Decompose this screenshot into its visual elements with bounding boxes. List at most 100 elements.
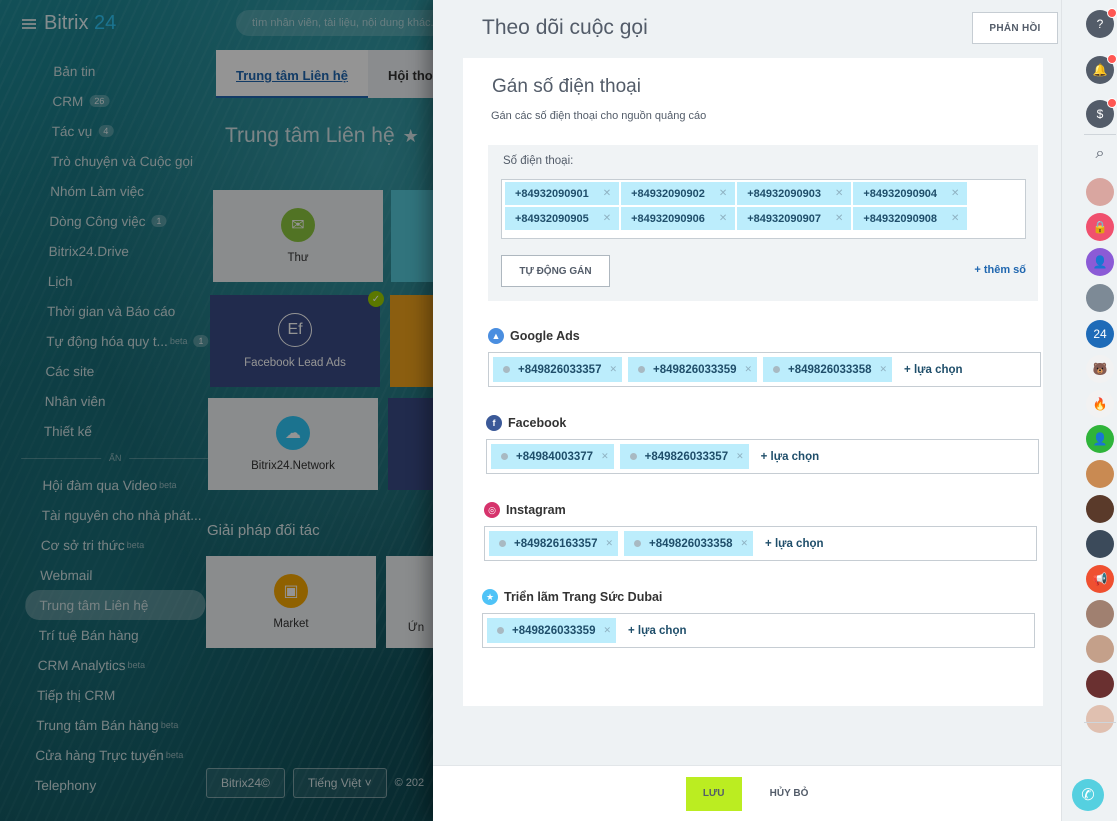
auto-assign-button[interactable]: TỰ ĐỘNG GÁN [501, 255, 610, 287]
search-icon[interactable]: ⌕ [1086, 140, 1114, 168]
crm-user-icon[interactable]: 👤 [1086, 425, 1114, 453]
remove-icon[interactable]: ✕ [601, 451, 609, 462]
brand-button[interactable]: Bitrix24© [206, 768, 285, 798]
bell-icon[interactable]: 🔔 [1086, 54, 1117, 84]
phone-numbers-field[interactable]: +84932090901 ✕ +84932090902 ✕ +84932090903 ✕ +… [501, 179, 1026, 239]
add-number-link[interactable]: + thêm số [974, 264, 1026, 276]
sidebar-item[interactable]: Nhân viên [30, 386, 211, 416]
cancel-button[interactable]: HỦY BỎ [770, 788, 809, 799]
bitrix24-icon[interactable]: 24 [1086, 320, 1114, 348]
sidebar-item[interactable]: Trí tuệ Bán hàng [24, 620, 205, 650]
source-number-tag[interactable]: +84984003377 ✕ [491, 444, 614, 469]
mascot-icon[interactable]: 🐻 [1086, 355, 1114, 383]
sidebar-item[interactable]: Cửa hàng Trực tuyến beta [21, 740, 202, 770]
remove-icon[interactable]: ✕ [740, 538, 748, 549]
remove-icon[interactable]: ✕ [603, 213, 611, 224]
sidebar-item[interactable]: Trò chuyện và Cuộc gọi [37, 146, 218, 176]
remove-icon[interactable]: ✕ [951, 188, 959, 199]
sidebar-item[interactable]: Telephony [20, 770, 201, 800]
sidebar-item[interactable]: CRM Analytics beta [23, 650, 204, 680]
source-numbers-field[interactable]: +849826033359 ✕ + lựa chọn [482, 613, 1035, 648]
sidebar-item[interactable]: Tiếp thị CRM [23, 680, 204, 710]
save-button[interactable]: LƯU [685, 776, 742, 811]
source-number-tag[interactable]: +849826033358 ✕ [624, 531, 754, 556]
remove-icon[interactable]: ✕ [719, 213, 727, 224]
remove-icon[interactable]: ✕ [835, 213, 843, 224]
hidden-separator[interactable]: ẨN [21, 446, 210, 470]
phone-tag[interactable]: +84932090902 ✕ [621, 182, 736, 205]
avatar-icon[interactable] [1086, 284, 1114, 312]
source-number-tag[interactable]: +849826033358 ✕ [763, 357, 893, 382]
tile-mail[interactable]: ✉ Thư [213, 190, 383, 282]
remove-icon[interactable]: ✕ [736, 451, 744, 462]
lock-icon[interactable]: 🔒 [1086, 213, 1114, 241]
logo[interactable]: Bitrix 24 [44, 12, 116, 35]
sidebar-item[interactable]: Cơ sở tri thức beta [27, 530, 208, 560]
source-numbers-field[interactable]: +849826033357 ✕ +849826033359 ✕ +84982603335… [488, 352, 1041, 387]
sidebar-item[interactable]: Trung tâm Bán hàng beta [22, 710, 203, 740]
remove-icon[interactable]: ✕ [835, 188, 843, 199]
remove-icon[interactable]: ✕ [609, 364, 617, 375]
source-numbers-field[interactable]: +849826163357 ✕ +849826033358 ✕ + lựa chọn [484, 526, 1037, 561]
avatar-icon[interactable] [1086, 670, 1114, 698]
avatar-icon[interactable] [1086, 178, 1114, 206]
phone-tag[interactable]: +84932090907 ✕ [737, 207, 852, 230]
menu-icon[interactable] [22, 18, 36, 29]
add-choice-link[interactable]: + lựa chọn [628, 625, 687, 637]
remove-icon[interactable]: ✕ [951, 213, 959, 224]
add-choice-link[interactable]: + lựa chọn [904, 364, 963, 376]
sidebar-item[interactable]: Dòng Công việc 1 [35, 206, 216, 236]
sidebar-item[interactable]: Bản tin [39, 56, 220, 86]
sidebar-item[interactable]: Bitrix24.Drive [34, 236, 215, 266]
remove-icon[interactable]: ✕ [744, 364, 752, 375]
avatar-icon[interactable] [1086, 495, 1114, 523]
megaphone-icon[interactable]: 📢 [1086, 565, 1114, 593]
phone-tag[interactable]: +84932090908 ✕ [853, 207, 968, 230]
avatar-icon[interactable] [1086, 635, 1114, 663]
source-number-tag[interactable]: +849826033359 ✕ [628, 357, 758, 382]
sidebar-item[interactable]: Tài nguyên cho nhà phát... [27, 500, 208, 530]
phone-tag[interactable]: +84932090903 ✕ [737, 182, 852, 205]
tile-facebook-lead-ads[interactable]: Ef Facebook Lead Ads ✓ [210, 291, 384, 387]
sidebar-item[interactable]: Trung tâm Liên hệ [24, 590, 206, 620]
sidebar-item[interactable]: CRM 26 [38, 86, 219, 116]
chat-count-icon[interactable]: $ [1086, 98, 1117, 128]
source-number-tag[interactable]: +849826033357 ✕ [493, 357, 623, 382]
flame-icon[interactable]: 🔥 [1086, 390, 1114, 418]
sidebar-item[interactable]: Thời gian và Báo cáo [33, 296, 214, 326]
phone-tag[interactable]: +84932090906 ✕ [621, 207, 736, 230]
language-select[interactable]: Tiếng Việt ˅ [292, 768, 387, 798]
star-icon[interactable]: ★ [403, 126, 419, 146]
tile-market[interactable]: ▣ Market [206, 556, 376, 648]
sidebar-item[interactable]: Lịch [33, 266, 214, 296]
sidebar-item[interactable]: Tác vụ 4 [37, 116, 218, 146]
add-choice-link[interactable]: + lựa chọn [761, 451, 820, 463]
sidebar-item[interactable]: Thiết kế [30, 416, 211, 446]
sidebar-item[interactable]: Các site [31, 356, 212, 386]
user-icon[interactable]: 👤 [1086, 248, 1114, 276]
source-number-tag[interactable]: +849826033357 ✕ [619, 444, 749, 469]
remove-icon[interactable]: ✕ [603, 625, 611, 636]
phone-call-icon[interactable]: ✆ [1072, 779, 1104, 811]
phone-tag[interactable]: +84932090904 ✕ [853, 182, 968, 205]
avatar-icon[interactable] [1086, 460, 1114, 488]
tile-bitrix24-network[interactable]: ☁ Bitrix24.Network [208, 398, 378, 490]
remove-icon[interactable]: ✕ [605, 538, 613, 549]
help-icon[interactable]: ? [1086, 8, 1117, 38]
sidebar-item[interactable]: Hội đàm qua Video beta [28, 470, 209, 500]
avatar-icon[interactable] [1086, 600, 1114, 628]
remove-icon[interactable]: ✕ [880, 364, 888, 375]
source-number-tag[interactable]: +849826163357 ✕ [489, 531, 619, 556]
feedback-button[interactable]: PHẢN HỒI [972, 12, 1058, 44]
tab-contact-center[interactable]: Trung tâm Liên hệ [216, 50, 368, 98]
avatar-icon[interactable] [1086, 530, 1114, 558]
source-number-tag[interactable]: +849826033359 ✕ [487, 618, 617, 643]
remove-icon[interactable]: ✕ [719, 188, 727, 199]
add-choice-link[interactable]: + lựa chọn [765, 538, 824, 550]
phone-tag[interactable]: +84932090901 ✕ [505, 182, 620, 205]
sidebar-item[interactable]: Nhóm Làm việc [36, 176, 217, 206]
sidebar-item[interactable]: Webmail [26, 560, 207, 590]
source-numbers-field[interactable]: +84984003377 ✕ +849826033357 ✕ + lựa chọn [486, 439, 1039, 474]
sidebar-item[interactable]: Tự động hóa quy t... beta 1 [32, 326, 213, 356]
phone-tag[interactable]: +84932090905 ✕ [505, 207, 620, 230]
